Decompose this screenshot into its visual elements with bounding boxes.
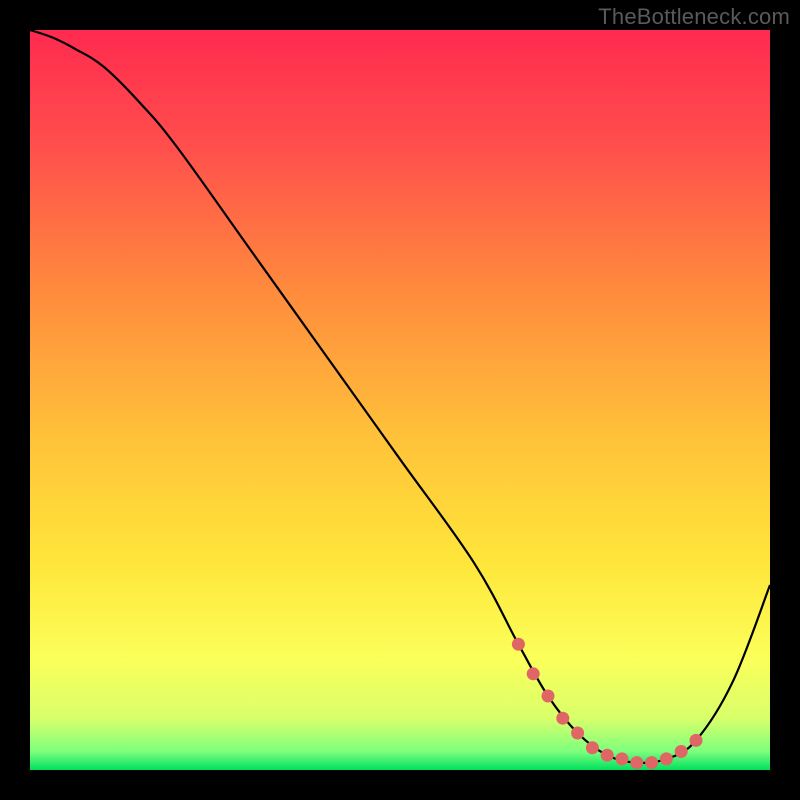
optimal-dot — [601, 749, 614, 762]
optimal-dot — [616, 752, 629, 765]
optimal-dot — [630, 756, 643, 769]
optimal-dot — [527, 667, 540, 680]
optimal-dot — [690, 734, 703, 747]
optimal-dot — [586, 741, 599, 754]
optimal-dot — [512, 638, 525, 651]
optimal-dot — [571, 727, 584, 740]
optimal-dot — [660, 752, 673, 765]
watermark: TheBottleneck.com — [598, 4, 790, 30]
plot-background — [30, 30, 770, 770]
optimal-dot — [556, 712, 569, 725]
optimal-dot — [542, 690, 555, 703]
optimal-dot — [675, 745, 688, 758]
bottleneck-chart — [0, 0, 800, 800]
chart-container: TheBottleneck.com — [0, 0, 800, 800]
optimal-dot — [645, 756, 658, 769]
